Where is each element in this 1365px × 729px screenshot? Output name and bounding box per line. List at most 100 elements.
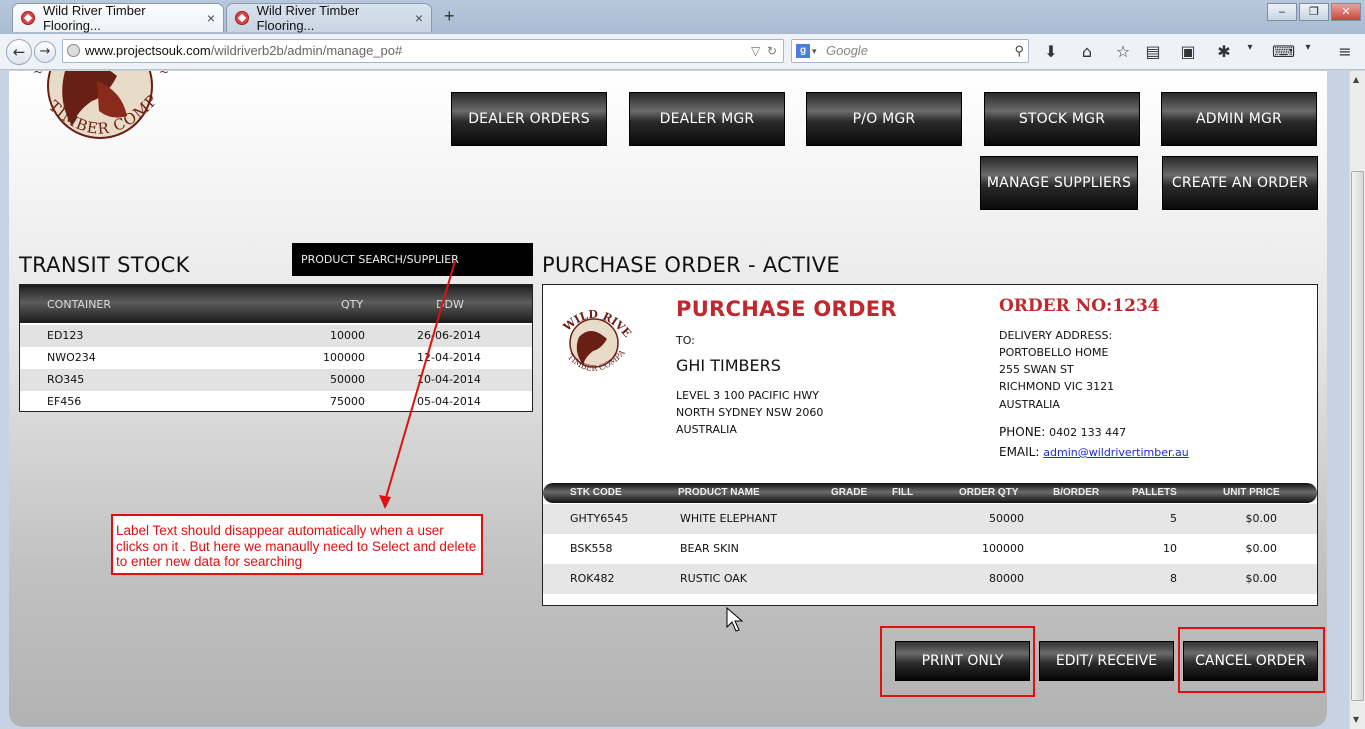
column-header-qty: QTY (341, 298, 364, 311)
product-search-input[interactable] (292, 243, 533, 276)
cell-ddw: 12-04-2014 (417, 351, 481, 364)
delivery-address-line: AUSTRALIA (999, 398, 1060, 411)
reload-icon[interactable]: ↻ (767, 44, 777, 58)
menu-po-mgr[interactable]: P/O MGR (806, 92, 962, 146)
cell-stk-code: ROK482 (570, 572, 615, 585)
cell-ddw: 05-04-2014 (417, 395, 481, 408)
column-header-fill: FILL (892, 487, 914, 498)
home-icon[interactable]: ⌂ (1077, 42, 1097, 61)
url-bar[interactable]: www.projectsouk.com/wildriverb2b/admin/m… (62, 39, 784, 63)
po-table-row[interactable]: BSK558 BEAR SKIN 100000 10 $0.00 (543, 534, 1317, 564)
svg-text:~: ~ (159, 71, 169, 79)
close-window-button[interactable]: ✕ (1331, 3, 1361, 21)
minimize-button[interactable]: ‒ (1267, 3, 1297, 21)
engine-dropdown-icon[interactable]: ▾ (812, 40, 817, 62)
dropdown-icon[interactable]: ▾ (1298, 42, 1318, 53)
browser-tab-bar: Wild River Timber Flooring... × Wild Riv… (0, 0, 1365, 34)
browser-tab-2[interactable]: Wild River Timber Flooring... × (226, 3, 432, 33)
forward-arrow-icon[interactable]: → (34, 41, 56, 63)
annotation-note: Label Text should disappear automaticall… (111, 514, 483, 575)
column-header-order-qty: ORDER QTY (959, 487, 1019, 498)
po-table-row[interactable]: ROK482 RUSTIC OAK 80000 8 $0.00 (543, 564, 1317, 594)
email-label: EMAIL: (999, 445, 1040, 459)
site-favicon-icon (235, 11, 249, 25)
menu-icon[interactable]: ≡ (1335, 42, 1355, 61)
tab-title: Wild River Timber Flooring... (42, 3, 146, 33)
cell-qty: 100000 (323, 351, 365, 364)
delivery-address-line: 255 SWAN ST (999, 363, 1074, 376)
po-title: PURCHASE ORDER (676, 297, 897, 321)
browser-nav-bar: ← → www.projectsouk.com/wildriverb2b/adm… (0, 34, 1365, 70)
to-label: TO: (676, 334, 695, 347)
mouse-cursor-icon (726, 607, 744, 632)
email-link[interactable]: admin@wildrivertimber.au (1043, 446, 1189, 459)
dropdown-icon[interactable]: ▽ (751, 44, 760, 58)
cell-stk-code: BSK558 (570, 542, 613, 555)
maximize-button[interactable]: ❐ (1299, 3, 1329, 21)
table-row[interactable]: RO345 50000 10-04-2014 (20, 369, 532, 391)
column-header-unit-price: UNIT PRICE (1223, 487, 1280, 498)
scroll-down-icon[interactable]: ▼ (1353, 715, 1359, 724)
highlight-box (880, 626, 1035, 697)
download-icon[interactable]: ⬇ (1041, 42, 1061, 61)
cell-qty: 75000 (330, 395, 365, 408)
po-logo: WILD RIVER TIMBER COMPANY (551, 299, 634, 373)
cell-product-name: RUSTIC OAK (680, 572, 748, 585)
delivery-address-label: DELIVERY ADDRESS: (999, 329, 1113, 342)
tab-close-icon[interactable]: × (207, 10, 215, 26)
dropdown-icon[interactable]: ▾ (1240, 42, 1260, 53)
cell-container: EF456 (47, 395, 82, 408)
table-row[interactable]: EF456 75000 05-04-2014 (20, 391, 532, 413)
back-arrow-icon[interactable]: ← (6, 39, 32, 65)
cell-order-qty: 100000 (982, 542, 1024, 555)
url-path: /wildriverb2b/admin/manage_po# (210, 43, 403, 58)
cell-unit-price: $0.00 (1245, 572, 1278, 585)
google-icon[interactable]: g (796, 44, 810, 58)
search-bar[interactable]: g ▾ Google ⚲ (791, 39, 1029, 63)
purchase-order-section-title: PURCHASE ORDER - ACTIVE (542, 253, 840, 277)
cell-unit-price: $0.00 (1245, 542, 1278, 555)
menu-dealer-mgr[interactable]: DEALER MGR (629, 92, 785, 146)
scrollbar-thumb[interactable] (1351, 171, 1364, 701)
column-header-ddw: DDW (436, 298, 464, 311)
svg-text:~: ~ (33, 71, 43, 79)
addon-icon[interactable]: ▣ (1178, 42, 1198, 61)
new-tab-button[interactable]: + (444, 6, 455, 27)
order-number: ORDER NO:1234 (999, 296, 1160, 316)
cell-stk-code: GHTY6545 (570, 512, 629, 525)
menu-stock-mgr[interactable]: STOCK MGR (984, 92, 1140, 146)
transit-stock-table: CONTAINER QTY DDW ED123 10000 26-06-2014… (19, 284, 533, 412)
cell-ddw: 10-04-2014 (417, 373, 481, 386)
firebug-icon[interactable]: ✱ (1214, 42, 1234, 61)
edit-receive-button[interactable]: EDIT/ RECEIVE (1039, 641, 1174, 681)
scroll-up-icon[interactable]: ▲ (1353, 75, 1359, 84)
menu-manage-suppliers[interactable]: MANAGE SUPPLIERS (980, 156, 1138, 210)
supplier-name: GHI TIMBERS (676, 356, 781, 375)
phone-value: 0402 133 447 (1049, 426, 1127, 439)
supplier-address-line: NORTH SYDNEY NSW 2060 (676, 406, 824, 419)
delivery-address-line: PORTOBELLO HOME (999, 346, 1109, 359)
search-icon[interactable]: ⚲ (1014, 40, 1024, 62)
column-header-grade: GRADE (831, 487, 868, 498)
vertical-scrollbar[interactable]: ▲ ▼ (1349, 71, 1365, 729)
table-row[interactable]: NWO234 100000 12-04-2014 (20, 347, 532, 369)
cell-pallets: 8 (1170, 572, 1177, 585)
reader-icon[interactable]: ▤ (1143, 42, 1163, 61)
highlight-box (1178, 627, 1325, 693)
table-header: CONTAINER QTY DDW (20, 285, 532, 323)
site-favicon-icon (21, 11, 35, 25)
devtools-icon[interactable]: ⌨ (1272, 42, 1295, 61)
browser-tab-1[interactable]: Wild River Timber Flooring... × (12, 3, 224, 33)
po-table-row[interactable]: GHTY6545 WHITE ELEPHANT 50000 5 $0.00 (543, 504, 1317, 534)
tab-close-icon[interactable]: × (415, 10, 423, 26)
menu-dealer-orders[interactable]: DEALER ORDERS (451, 92, 607, 146)
cell-product-name: WHITE ELEPHANT (680, 512, 777, 525)
cell-container: RO345 (47, 373, 85, 386)
supplier-address-line: LEVEL 3 100 PACIFIC HWY (676, 389, 819, 402)
menu-create-order[interactable]: CREATE AN ORDER (1162, 156, 1318, 210)
menu-admin-mgr[interactable]: ADMIN MGR (1161, 92, 1317, 146)
bookmark-star-icon[interactable]: ☆ (1113, 42, 1133, 61)
table-row[interactable]: ED123 10000 26-06-2014 (20, 325, 532, 347)
cell-qty: 50000 (330, 373, 365, 386)
phone-label: PHONE: (999, 425, 1046, 439)
